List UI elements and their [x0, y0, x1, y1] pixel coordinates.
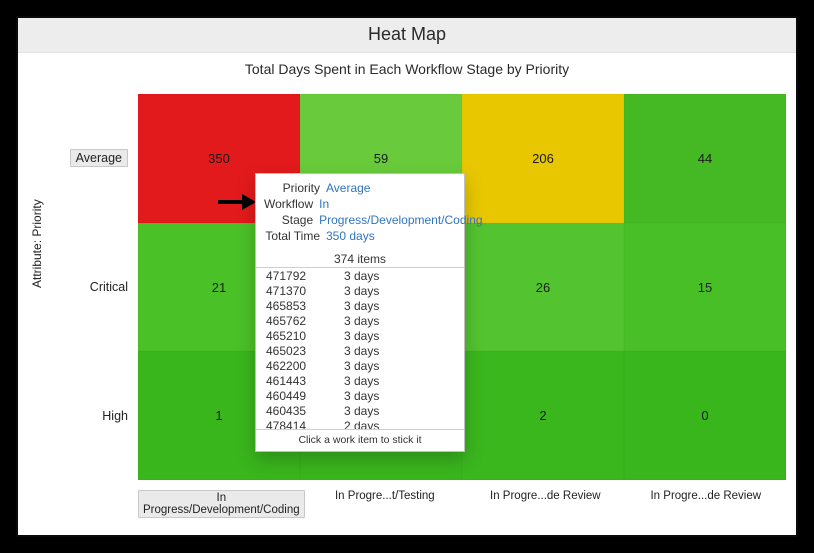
list-item[interactable]: 4657623 days — [256, 314, 464, 329]
tooltip-priority-label: Priority — [264, 180, 326, 196]
y-axis-labels: Average Critical High — [78, 94, 136, 480]
x-label-testing[interactable]: In Progre...t/Testing — [335, 490, 435, 502]
y-axis-title: Attribute: Priority — [30, 199, 44, 288]
heatmap-cell[interactable]: 2 — [462, 351, 624, 480]
tooltip-priority-value: Average — [326, 180, 370, 196]
heatmap-cell[interactable]: 206 — [462, 94, 624, 223]
list-item[interactable]: 4652103 days — [256, 329, 464, 344]
list-item[interactable]: 4658533 days — [256, 299, 464, 314]
heatmap-cell[interactable]: 0 — [624, 351, 786, 480]
heatmap-tooltip: Priority Average Workflow Stage In Progr… — [255, 173, 465, 452]
chart-subtitle: Total Days Spent in Each Workflow Stage … — [18, 53, 796, 81]
x-label-dev-coding[interactable]: In Progress/Development/Coding — [138, 490, 305, 518]
y-label-average[interactable]: Average — [70, 149, 128, 167]
list-item[interactable]: 4717923 days — [256, 269, 464, 284]
x-label-review-1[interactable]: In Progre...de Review — [490, 490, 601, 502]
y-label-critical[interactable]: Critical — [90, 280, 128, 294]
heatmap-cell[interactable]: 44 — [624, 94, 786, 223]
y-label-high[interactable]: High — [102, 409, 128, 423]
tooltip-workflow-value: In Progress/Development/Coding — [319, 196, 482, 228]
tooltip-item-list[interactable]: 4717923 days 4713703 days 4658533 days 4… — [256, 267, 464, 430]
list-item[interactable]: 4604353 days — [256, 404, 464, 419]
tooltip-item-count: 374 items — [256, 248, 464, 267]
list-item[interactable]: 4784142 days — [256, 419, 464, 430]
list-item[interactable]: 4604493 days — [256, 389, 464, 404]
x-axis-labels: In Progress/Development/Coding In Progre… — [138, 484, 786, 518]
tooltip-total-value: 350 days — [326, 228, 375, 244]
x-label-review-2[interactable]: In Progre...de Review — [650, 490, 761, 502]
chart-frame: Heat Map Total Days Spent in Each Workfl… — [18, 18, 796, 535]
page-title: Heat Map — [18, 18, 796, 53]
heatmap-cell[interactable]: 26 — [462, 223, 624, 352]
list-item[interactable]: 4650233 days — [256, 344, 464, 359]
tooltip-total-label: Total Time — [264, 228, 326, 244]
tooltip-workflow-label: Workflow Stage — [264, 196, 319, 228]
list-item[interactable]: 4713703 days — [256, 284, 464, 299]
list-item[interactable]: 4614433 days — [256, 374, 464, 389]
tooltip-footer: Click a work item to stick it — [256, 430, 464, 451]
list-item[interactable]: 4622003 days — [256, 359, 464, 374]
heatmap-cell[interactable]: 15 — [624, 223, 786, 352]
